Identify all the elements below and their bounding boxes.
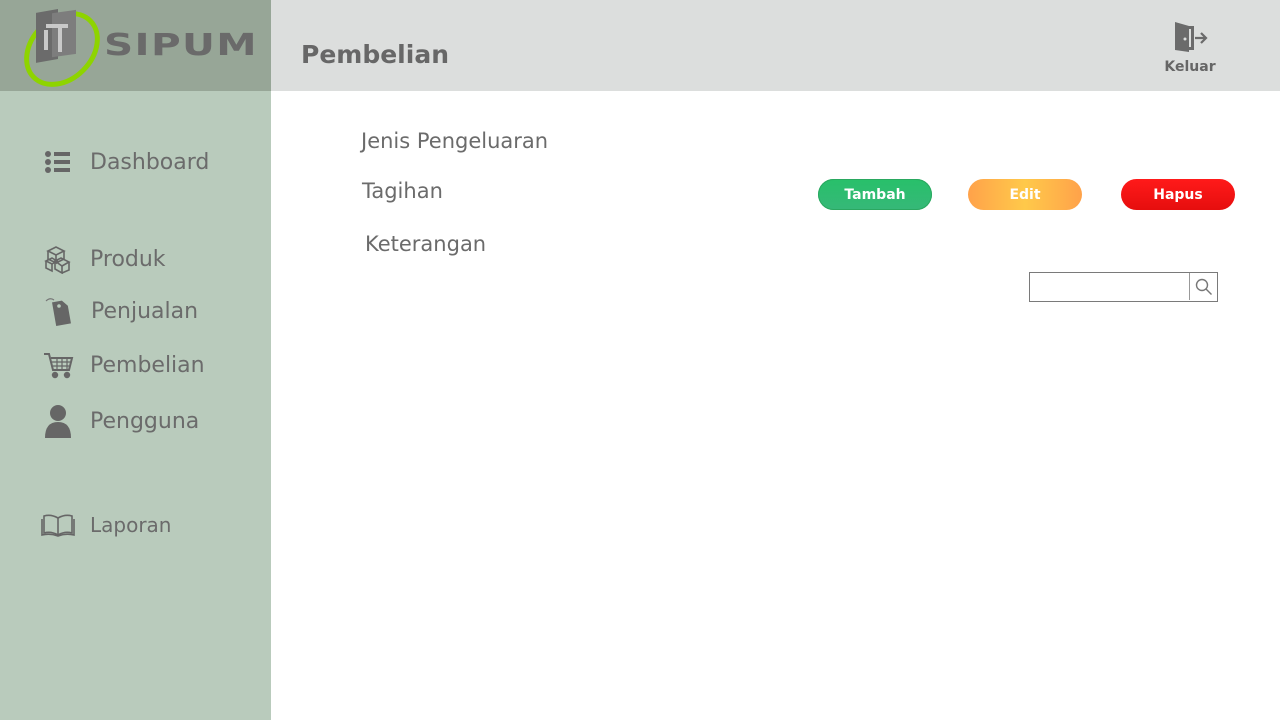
- page-title: Pembelian: [301, 40, 449, 69]
- sidebar-item-laporan[interactable]: Laporan: [40, 507, 171, 543]
- search-button[interactable]: [1189, 273, 1217, 300]
- tag-icon: [41, 293, 77, 329]
- logout-button[interactable]: Keluar: [1162, 20, 1218, 75]
- sidebar-item-pengguna[interactable]: Pengguna: [40, 403, 199, 439]
- list-icon: [40, 144, 76, 180]
- user-icon: [40, 403, 76, 439]
- edit-button[interactable]: Edit: [968, 179, 1082, 210]
- menu-jenis-pengeluaran[interactable]: Jenis Pengeluaran: [361, 129, 548, 153]
- add-button[interactable]: Tambah: [818, 179, 932, 210]
- delete-button[interactable]: Hapus: [1121, 179, 1235, 210]
- header: Pembelian Keluar: [271, 0, 1280, 91]
- menu-keterangan[interactable]: Keterangan: [365, 232, 486, 256]
- cart-icon: [40, 347, 76, 383]
- sidebar-item-label: Pembelian: [90, 352, 205, 378]
- sidebar-item-pembelian[interactable]: Pembelian: [40, 347, 205, 383]
- book-logo-icon: [24, 8, 100, 87]
- book-icon: [40, 507, 76, 543]
- sidebar-item-label: Dashboard: [90, 149, 210, 175]
- search-box: [1029, 272, 1218, 302]
- logout-label: Keluar: [1164, 59, 1216, 75]
- search-icon: [1195, 278, 1212, 295]
- sidebar-item-penjualan[interactable]: Penjualan: [41, 293, 198, 329]
- sidebar-item-label: Produk: [90, 246, 166, 272]
- boxes-icon: [40, 241, 76, 277]
- sidebar-item-label: Pengguna: [90, 408, 200, 434]
- search-input[interactable]: [1030, 273, 1190, 300]
- logo-area: SIPUM: [0, 0, 271, 91]
- menu-tagihan[interactable]: Tagihan: [362, 179, 443, 203]
- app-logo-text: SIPUM: [104, 28, 258, 63]
- sidebar-item-label: Laporan: [90, 513, 172, 537]
- sidebar: SIPUM Dashboard Produk Penjualan Pembeli…: [0, 0, 271, 720]
- sidebar-item-produk[interactable]: Produk: [40, 241, 166, 277]
- sidebar-item-dashboard[interactable]: Dashboard: [40, 144, 209, 180]
- sidebar-item-label: Penjualan: [91, 298, 199, 324]
- exit-door-icon: [1175, 22, 1208, 52]
